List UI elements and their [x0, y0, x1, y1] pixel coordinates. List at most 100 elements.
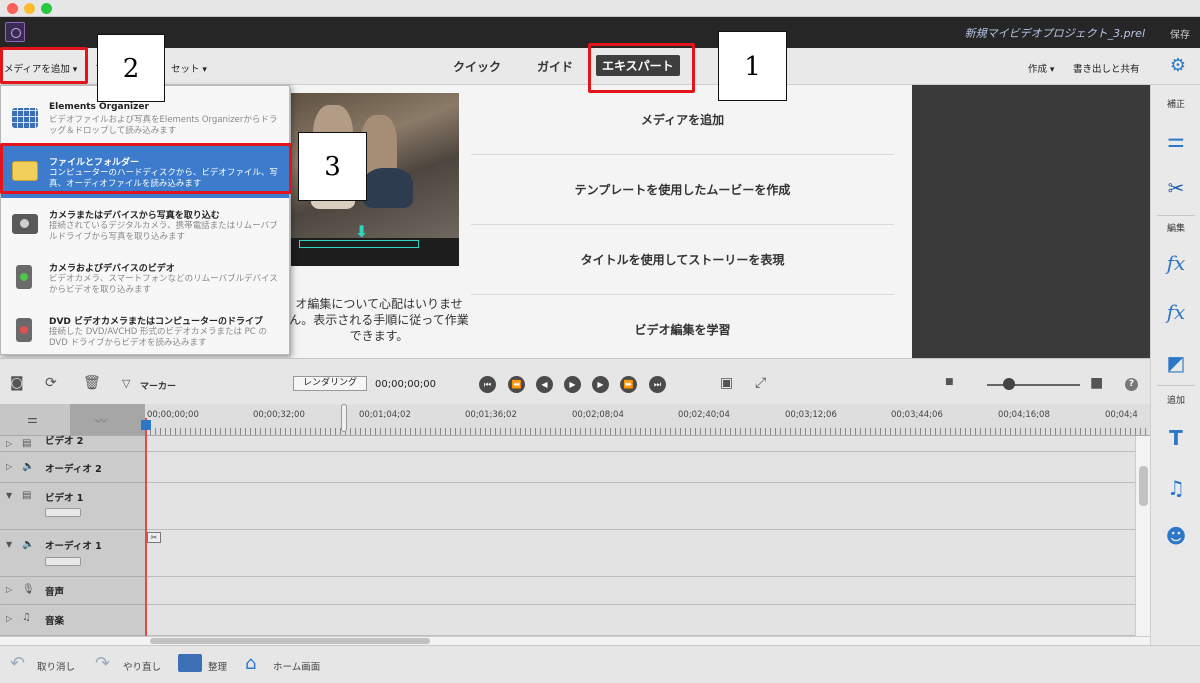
keyframe-controls[interactable]: [45, 557, 81, 566]
monitor-settings-icon[interactable]: ▣: [720, 375, 733, 391]
annotation-box-add-media: [0, 47, 88, 84]
guide-action-learn-editing[interactable]: ビデオ編集を学習: [471, 295, 894, 365]
tools-icon[interactable]: ✂: [1163, 175, 1189, 201]
save-button[interactable]: 保存: [1170, 26, 1190, 41]
home-screen-button[interactable]: ホーム画面: [273, 659, 320, 673]
marker-menu[interactable]: マーカー: [140, 379, 176, 392]
annotation-number-2: 2: [97, 34, 165, 102]
play-icon[interactable]: ▶: [564, 376, 581, 393]
marker-icon[interactable]: ▽: [122, 377, 130, 390]
guide-preview-scrubber: ⬇: [291, 222, 459, 266]
collapse-triangle-icon[interactable]: ▼: [6, 491, 12, 500]
video-view-toggle[interactable]: ⚌: [0, 404, 70, 435]
home-icon[interactable]: ⌂: [245, 653, 256, 674]
help-icon[interactable]: ?: [1125, 378, 1138, 391]
render-button[interactable]: レンダリング: [293, 376, 367, 391]
expand-triangle-icon[interactable]: ▷: [6, 439, 12, 448]
guide-action-titles[interactable]: タイトルを使用してストーリーを表現: [471, 225, 894, 295]
timeline-horizontal-scrollbar[interactable]: [0, 636, 1150, 645]
zoom-window-button[interactable]: [41, 3, 52, 14]
scrollbar-thumb[interactable]: [1139, 466, 1148, 506]
zoom-in-icon[interactable]: ■: [1090, 375, 1103, 391]
track-header-audio-2[interactable]: ▷ 🔈 オーディオ 2: [0, 452, 145, 483]
playhead-handle[interactable]: [141, 420, 151, 430]
guide-action-template-movie[interactable]: テンプレートを使用したムービーを作成: [471, 155, 894, 225]
expand-triangle-icon[interactable]: ▷: [6, 585, 12, 594]
minimize-window-button[interactable]: [24, 3, 35, 14]
transitions-icon[interactable]: ◩: [1163, 350, 1189, 376]
zoom-slider-handle[interactable]: [1003, 378, 1015, 390]
ruler-label: 00;04;16;08: [998, 410, 1050, 420]
adjust-sliders-icon[interactable]: ⚌: [1163, 127, 1189, 153]
track-lane-audio-2[interactable]: [145, 452, 1135, 483]
window-titlebar: [0, 0, 1200, 17]
zoom-out-icon[interactable]: ■: [945, 377, 954, 387]
waveform-icon: 〰: [95, 414, 108, 428]
organizer-button[interactable]: 整理: [208, 659, 227, 673]
tab-guided[interactable]: ガイド: [537, 58, 573, 75]
work-area-marker[interactable]: [341, 404, 347, 432]
bottom-bar: ↶ 取り消し ↷ やり直し 整理 ⌂ ホーム画面: [0, 645, 1200, 683]
audio-view-toggle[interactable]: 〰: [70, 404, 145, 435]
rewind-icon[interactable]: ⏪: [508, 376, 525, 393]
track-name: オーディオ 1: [45, 541, 102, 552]
menu-item-camera-photos[interactable]: カメラまたはデバイスから写真を取り込む 接続されているデジタルカメラ、携帯電話ま…: [1, 198, 289, 251]
go-to-end-icon[interactable]: ⏭: [649, 376, 666, 393]
scrollbar-thumb[interactable]: [150, 638, 430, 644]
right-panel-rail: 補正 ⚌ ✂ 編集 fx fx ◩ 追加 T ♫ ☻: [1150, 85, 1200, 645]
film-icon: ▤: [22, 490, 32, 501]
timeline-ruler[interactable]: 00;00;00;00 00;00;32;00 00;01;04;02 00;0…: [145, 404, 1150, 436]
fast-forward-icon[interactable]: ⏩: [620, 376, 637, 393]
track-lane-video-1[interactable]: [145, 483, 1135, 530]
track-header-voice[interactable]: ▷ 🎙 音声: [0, 577, 145, 605]
gear-icon[interactable]: ⚙: [1170, 57, 1186, 75]
redo-button[interactable]: やり直し: [123, 659, 161, 673]
tab-quick[interactable]: クイック: [453, 58, 501, 75]
track-header-video-2[interactable]: ▷ ▤ ビデオ 2: [0, 436, 145, 452]
step-back-icon[interactable]: ◀: [536, 376, 553, 393]
guide-action-label: タイトルを使用してストーリーを表現: [580, 253, 785, 267]
guide-action-add-media[interactable]: メディアを追加: [471, 85, 894, 155]
menu-item-device-video[interactable]: カメラおよびデバイスのビデオ ビデオカメラ、スマートフォンなどのリムーバブルデバ…: [1, 251, 289, 304]
redo-icon[interactable]: ↷: [95, 653, 110, 674]
track-lane-voice[interactable]: [145, 577, 1135, 605]
go-to-start-icon[interactable]: ⏮: [479, 376, 496, 393]
dvd-icon: [16, 318, 32, 342]
keyframe-controls[interactable]: [45, 508, 81, 517]
collapse-triangle-icon[interactable]: ▼: [6, 540, 12, 549]
step-forward-icon[interactable]: ▶: [592, 376, 609, 393]
fullscreen-icon[interactable]: ⤢: [755, 375, 766, 391]
rotate-icon[interactable]: ⟳: [45, 375, 57, 391]
organizer-grid-icon[interactable]: [178, 654, 202, 672]
graphics-smiley-icon[interactable]: ☻: [1163, 523, 1189, 549]
project-assets-menu[interactable]: セット: [171, 61, 207, 75]
annotation-box-files-folders: [0, 143, 292, 194]
trash-icon[interactable]: 🗑: [83, 375, 101, 391]
track-header-audio-1[interactable]: ▼ 🔈 オーディオ 1: [0, 530, 145, 577]
timeline-vertical-scrollbar[interactable]: [1135, 436, 1150, 636]
camera-capture-icon[interactable]: ◙: [10, 375, 24, 391]
fx-edit-icon[interactable]: fx: [1163, 250, 1189, 276]
fx-icon[interactable]: fx: [1163, 299, 1189, 325]
music-icon[interactable]: ♫: [1163, 475, 1189, 501]
create-menu[interactable]: 作成: [1028, 61, 1054, 75]
track-header-video-1[interactable]: ▼ ▤ ビデオ 1: [0, 483, 145, 530]
scissors-icon[interactable]: ✂: [147, 532, 161, 543]
menu-item-dvd-drive[interactable]: DVD ビデオカメラまたはコンピューターのドライブ 接続した DVD/AVCHD…: [1, 304, 289, 357]
ruler-label: 00;04;4: [1105, 410, 1138, 420]
track-lane-music[interactable]: [145, 605, 1135, 636]
undo-icon[interactable]: ↶: [10, 653, 25, 674]
track-lane-video-2[interactable]: [145, 436, 1135, 452]
menu-item-desc: ビデオファイルおよび写真をElements Organizerからドラッグ＆ドロ…: [49, 115, 278, 136]
track-header-music[interactable]: ▷ ♫ 音楽: [0, 605, 145, 636]
track-lane-audio-1[interactable]: [145, 530, 1135, 577]
undo-button[interactable]: 取り消し: [37, 659, 75, 673]
export-share-menu[interactable]: 書き出しと共有: [1073, 61, 1140, 75]
track-name: ビデオ 2: [45, 436, 84, 447]
track-name: オーディオ 2: [45, 464, 102, 475]
expand-triangle-icon[interactable]: ▷: [6, 614, 12, 623]
titles-icon[interactable]: T: [1163, 425, 1189, 451]
timeline-zoom-slider[interactable]: [987, 384, 1080, 386]
expand-triangle-icon[interactable]: ▷: [6, 462, 12, 471]
close-window-button[interactable]: [7, 3, 18, 14]
